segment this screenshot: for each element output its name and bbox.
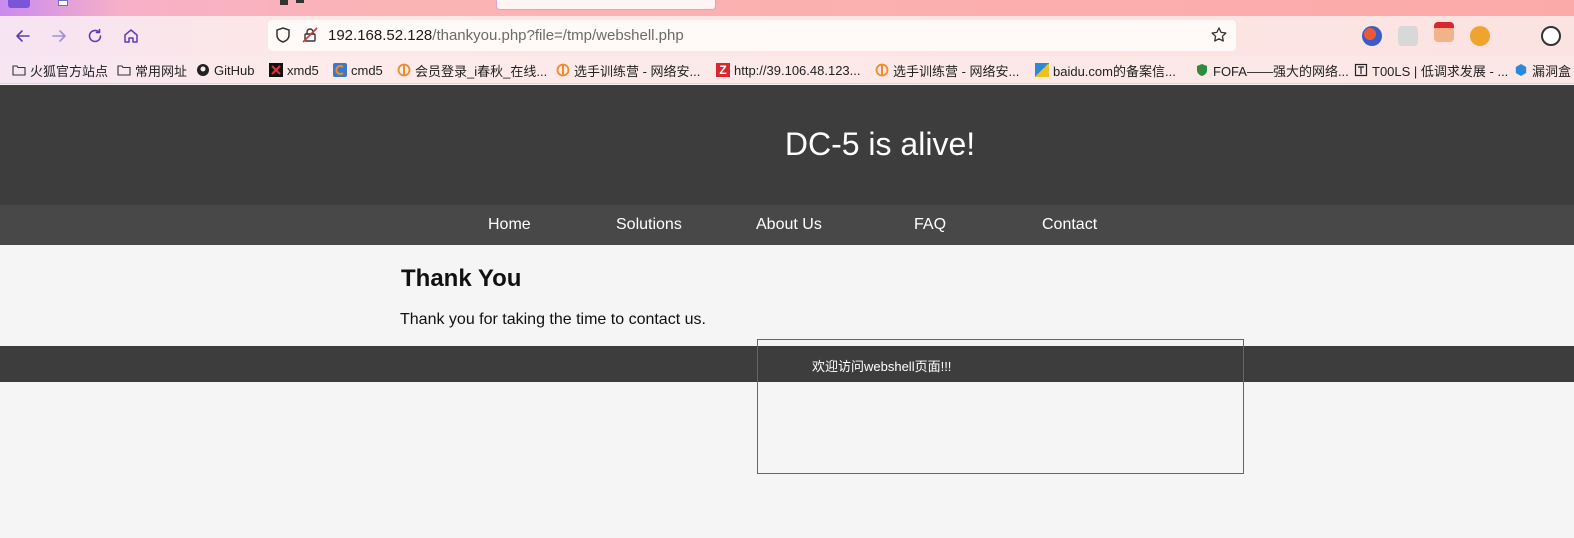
cmd5-icon: [333, 63, 347, 77]
extension-icon[interactable]: [1470, 26, 1490, 46]
site-header: DC-5 is alive!: [0, 85, 1574, 205]
ichunqiu-icon: [556, 63, 570, 77]
bookmark-label: xmd5: [287, 62, 319, 78]
thank-you-message: Thank you for taking the time to contact…: [400, 311, 706, 328]
bookmark-label: FOFA——强大的网络...: [1213, 63, 1349, 79]
bookmark-item[interactable]: baidu.com的备案信...: [1035, 62, 1176, 79]
tab-favicon[interactable]: [58, 0, 68, 6]
bookmark-item[interactable]: Z http://39.106.48.123...: [716, 62, 861, 78]
xmd5-icon: [269, 63, 283, 77]
tab-strip: [0, 0, 1574, 16]
nav-link-home[interactable]: Home: [488, 216, 531, 234]
bookmark-item[interactable]: GitHub: [196, 62, 254, 78]
extension-icon[interactable]: [1398, 26, 1418, 46]
active-tab[interactable]: [496, 0, 716, 10]
tab-favicon[interactable]: [280, 0, 288, 5]
folder-icon: [117, 63, 131, 77]
back-button[interactable]: [11, 24, 35, 48]
bookmarks-toolbar: 火狐官方站点 常用网址 GitHub xmd5 cmd5 会员登录_i春秋_在线…: [0, 56, 1574, 84]
firefox-view-tab[interactable]: [8, 0, 30, 8]
ichunqiu-icon: [397, 63, 411, 77]
annotation-highlight-box: [757, 339, 1244, 474]
bookmark-item[interactable]: cmd5: [333, 62, 383, 78]
bookmark-label: 漏洞盒: [1532, 63, 1572, 79]
bookmark-item[interactable]: xmd5: [269, 62, 319, 78]
extension-icon[interactable]: [1434, 22, 1454, 42]
site-nav: Home Solutions About Us FAQ Contact: [0, 205, 1574, 245]
t00ls-icon: [1354, 63, 1368, 77]
bookmark-item[interactable]: 漏洞盒: [1514, 62, 1572, 79]
zentao-icon: Z: [716, 63, 730, 77]
site-title: DC-5 is alive!: [784, 126, 976, 162]
bookmark-item[interactable]: 选手训练营 - 网络安...: [875, 62, 1020, 79]
bookmark-label: 选手训练营 - 网络安...: [574, 63, 701, 79]
bookmark-label: T00LS | 低调求发展 - ...: [1372, 63, 1509, 79]
bookmark-star-icon[interactable]: [1210, 26, 1228, 44]
reload-button[interactable]: [83, 24, 107, 48]
bookmark-label: http://39.106.48.123...: [734, 62, 861, 78]
vulbox-icon: [1514, 63, 1528, 77]
bookmark-label: 选手训练营 - 网络安...: [893, 63, 1020, 79]
bookmark-label: 常用网址: [135, 63, 188, 79]
bookmark-label: GitHub: [214, 62, 255, 78]
fofa-icon: [1195, 63, 1209, 77]
nav-link-solutions[interactable]: Solutions: [616, 216, 682, 234]
home-icon: [124, 29, 138, 43]
address-bar[interactable]: 192.168.52.128/thankyou.php?file=/tmp/we…: [268, 20, 1236, 51]
bookmark-item[interactable]: T00LS | 低调求发展 - ...: [1354, 62, 1509, 79]
bookmark-folder[interactable]: 常用网址: [117, 62, 188, 79]
tab-favicon[interactable]: [296, 0, 304, 3]
forward-button[interactable]: [47, 24, 71, 48]
bookmark-item[interactable]: 选手训练营 - 网络安...: [556, 62, 701, 79]
github-icon: [196, 63, 210, 77]
arrow-left-icon: [16, 30, 30, 42]
url-path: /thankyou.php?file=/tmp/webshell.php: [432, 27, 684, 44]
bookmark-label: 会员登录_i春秋_在线...: [415, 63, 548, 79]
cookie-icon[interactable]: [1541, 26, 1561, 46]
folder-icon: [12, 63, 26, 77]
extension-icon[interactable]: [1362, 26, 1382, 46]
nav-link-about-us[interactable]: About Us: [756, 216, 822, 234]
nav-link-faq[interactable]: FAQ: [914, 216, 946, 234]
bookmark-label: baidu.com的备案信...: [1053, 63, 1176, 79]
bookmark-item[interactable]: 会员登录_i春秋_在线...: [397, 62, 548, 79]
bookmark-folder[interactable]: 火狐官方站点: [12, 62, 109, 79]
insecure-lock-icon[interactable]: [301, 26, 319, 44]
bookmark-item[interactable]: FOFA——强大的网络...: [1195, 62, 1349, 79]
url-host: 192.168.52.128: [328, 27, 433, 44]
browser-toolbar: 192.168.52.128/thankyou.php?file=/tmp/we…: [0, 16, 1574, 56]
home-button[interactable]: [119, 24, 143, 48]
ichunqiu-icon: [875, 63, 889, 77]
page-heading: Thank You: [401, 265, 522, 292]
main-content: Thank You Thank you for taking the time …: [0, 245, 1574, 346]
reload-icon: [88, 28, 102, 43]
bookmark-label: 火狐官方站点: [30, 63, 109, 79]
beian-icon: [1035, 63, 1049, 77]
bookmark-label: cmd5: [351, 62, 383, 78]
arrow-right-icon: [52, 30, 66, 42]
nav-link-contact[interactable]: Contact: [1042, 216, 1097, 234]
url-text[interactable]: 192.168.52.128/thankyou.php?file=/tmp/we…: [328, 27, 684, 44]
tracking-protection-shield-icon[interactable]: [274, 26, 292, 44]
